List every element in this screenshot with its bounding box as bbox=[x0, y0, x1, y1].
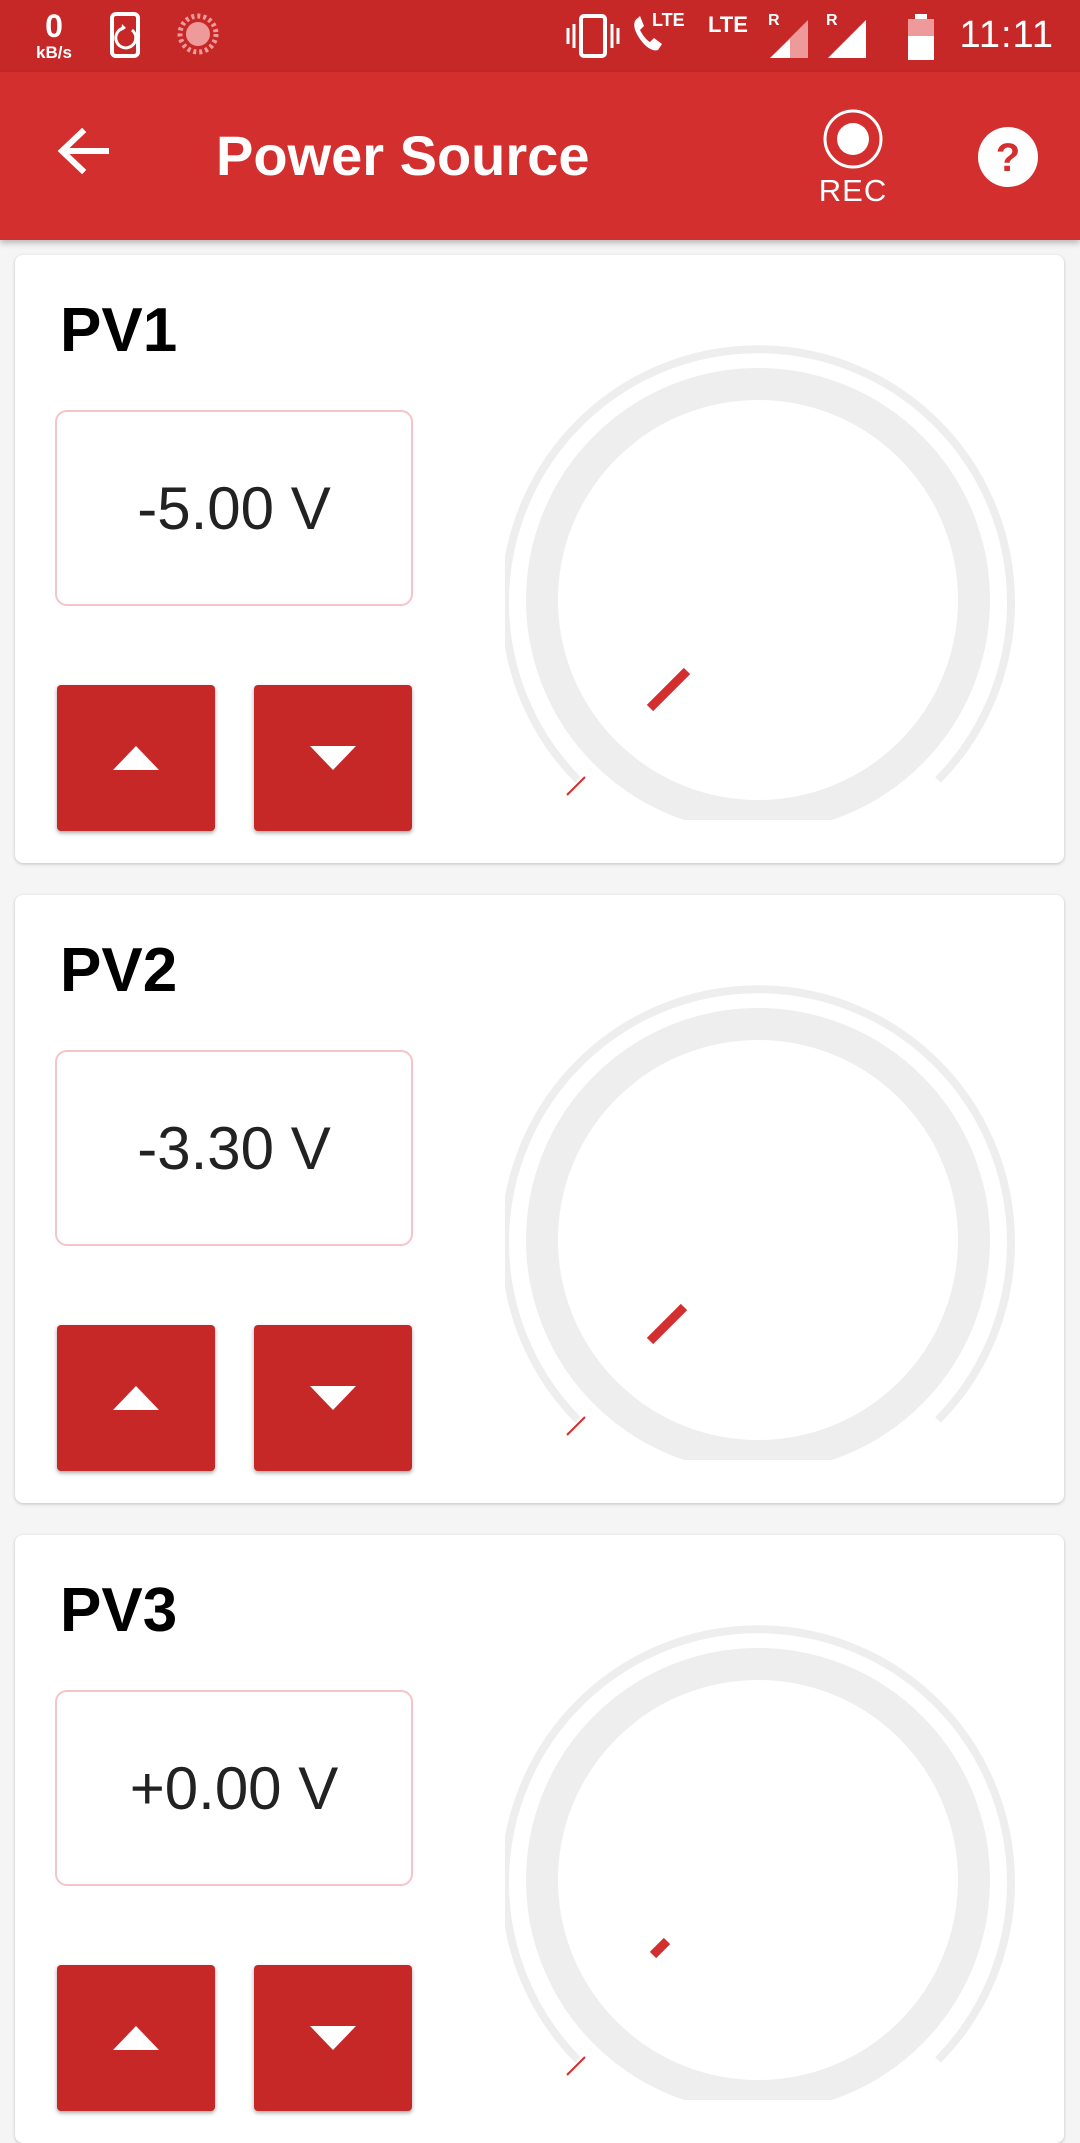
arrow-up-icon bbox=[113, 2026, 159, 2050]
status-bar: 0 kB/s LTE LTE R R 11:11 bbox=[0, 0, 1080, 72]
phone-sync-icon bbox=[110, 12, 140, 58]
lte-label: LTE bbox=[708, 12, 748, 37]
help-icon[interactable]: ? bbox=[978, 127, 1038, 187]
increase-button[interactable] bbox=[57, 1965, 215, 2111]
svg-text:?: ? bbox=[996, 136, 1020, 180]
lte-call-label: LTE bbox=[652, 10, 685, 30]
decrease-button[interactable] bbox=[254, 1325, 412, 1471]
voltage-knob[interactable] bbox=[505, 935, 1030, 1460]
signal-icon bbox=[770, 20, 808, 58]
voltage-value: -3.30 V bbox=[55, 1050, 413, 1246]
arrow-up-icon bbox=[113, 746, 159, 770]
signal-icon bbox=[828, 20, 866, 58]
increase-button[interactable] bbox=[57, 1325, 215, 1471]
record-label: REC bbox=[818, 173, 888, 208]
app-bar: Power Source REC ? bbox=[0, 72, 1080, 240]
battery-icon bbox=[908, 14, 934, 60]
voltage-knob[interactable] bbox=[505, 295, 1030, 820]
arrow-down-icon bbox=[310, 1386, 356, 1410]
record-button[interactable]: REC bbox=[815, 108, 891, 209]
arrow-down-icon bbox=[310, 746, 356, 770]
source-label: PV3 bbox=[60, 1576, 178, 1645]
decrease-button[interactable] bbox=[254, 1965, 412, 2111]
page-title: Power Source bbox=[216, 124, 590, 187]
loading-icon bbox=[177, 13, 219, 55]
power-source-card-pv2: PV2 -3.30 V bbox=[15, 895, 1064, 1503]
network-speed: 0 kB/s bbox=[30, 10, 78, 61]
voltage-value: -5.00 V bbox=[55, 410, 413, 606]
voltage-knob[interactable] bbox=[505, 1575, 1030, 2100]
power-source-card-pv1: PV1 -5.00 V bbox=[15, 255, 1064, 863]
decrease-button[interactable] bbox=[254, 685, 412, 831]
clock: 11:11 bbox=[959, 14, 1054, 56]
arrow-down-icon bbox=[310, 2026, 356, 2050]
network-speed-value: 0 bbox=[45, 8, 63, 44]
voltage-value: +0.00 V bbox=[55, 1690, 413, 1886]
power-source-card-pv3: PV3 +0.00 V bbox=[15, 1535, 1064, 2143]
network-speed-unit: kB/s bbox=[36, 43, 72, 62]
increase-button[interactable] bbox=[57, 685, 215, 831]
source-label: PV1 bbox=[60, 296, 178, 365]
vibrate-icon bbox=[566, 14, 620, 58]
record-icon bbox=[823, 109, 883, 169]
arrow-up-icon bbox=[113, 1386, 159, 1410]
back-arrow-icon[interactable] bbox=[56, 124, 110, 178]
source-label: PV2 bbox=[60, 936, 178, 1005]
